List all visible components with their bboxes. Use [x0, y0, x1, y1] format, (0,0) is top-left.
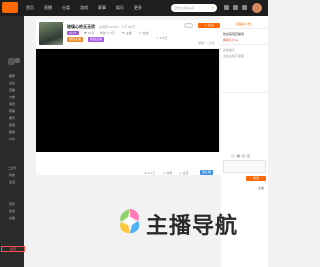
chat-message[interactable]: 弹幕礼仪 ▸: [223, 38, 237, 42]
tag-star-host[interactable]: 星级主播: [88, 37, 105, 42]
chat-footer-label: 主播: [258, 186, 265, 190]
nav-item-entertainment[interactable]: 娱乐: [116, 5, 124, 11]
history-icon[interactable]: [233, 5, 238, 10]
sidebar-item-general[interactable]: 综合: [1, 209, 23, 213]
likes-count: ♥ 16万: [84, 31, 95, 35]
gift-button[interactable]: 送礼物: [200, 170, 213, 175]
settings-button[interactable]: ◎ 设置: [179, 171, 189, 175]
user-avatar[interactable]: [252, 3, 262, 13]
follow-button[interactable]: + 关注: [198, 23, 220, 28]
sidebar-item-live[interactable]: 直播: [1, 88, 23, 92]
video-player[interactable]: [36, 49, 219, 152]
sidebar-item-star[interactable]: 星秀: [1, 130, 23, 134]
chat-message: 系统提示: [223, 48, 236, 52]
sidebar-item-acg[interactable]: 二次元: [1, 166, 23, 170]
level-badge: LV.21: [67, 31, 79, 35]
chat-message: 关注主播不迷路: [223, 54, 245, 58]
room-title: 玻璃心的玉玉欣: [67, 24, 95, 29]
sidebar-item-category[interactable]: 分类: [1, 95, 23, 99]
chat-toolbar-icons[interactable]: ☺ ▣ ▤ ▥: [231, 153, 250, 158]
search-icon[interactable]: ⌕: [212, 5, 214, 11]
left-sidebar: 推荐 关注 直播 分类 游戏 赛事 娱乐 颜值 星秀 户外 二次元 科技 生活 …: [0, 16, 25, 267]
sidebar-item-life[interactable]: 生活: [1, 180, 23, 184]
message-icon[interactable]: [224, 5, 229, 10]
chat-header: 直播间公告: [221, 16, 268, 29]
room-info-card: 玻璃心的玉玉欣 房间号 12345 · 人气 98万 LV.21 ♥ 16万 粉…: [36, 20, 222, 48]
chat-divider: [221, 92, 268, 93]
watermark: 主播导航: [112, 206, 237, 240]
watermark-text: 主播导航: [146, 214, 239, 239]
chat-input[interactable]: [223, 160, 266, 173]
site-logo[interactable]: [2, 2, 18, 13]
sidebar-item-recruit[interactable]: 招募: [1, 246, 25, 252]
nav-item-events[interactable]: 赛事: [98, 5, 106, 11]
watermark-logo-icon: [120, 209, 140, 234]
search-placeholder: 搜索主播/房间: [175, 6, 195, 10]
chat-divider: [221, 44, 268, 45]
fans-count: 粉丝 2.3万: [100, 31, 115, 35]
streamer-avatar[interactable]: [39, 22, 63, 45]
sidebar-item-tech[interactable]: 科技: [1, 173, 23, 177]
sidebar-item-entertainment[interactable]: 娱乐: [1, 116, 23, 120]
sidebar-item-outdoor[interactable]: 户外: [1, 137, 23, 141]
tag-game-host[interactable]: 游戏主播: [67, 37, 84, 42]
sidebar-item-music[interactable]: 音乐: [1, 202, 23, 206]
sidebar-item-streamer[interactable]: 主播: [1, 216, 23, 220]
nav-item-more[interactable]: 更多: [134, 5, 142, 11]
nav-item-live[interactable]: 直播: [44, 5, 52, 11]
star-count: ☆ 5.6万: [156, 36, 168, 40]
sidebar-item-follow[interactable]: 关注: [1, 81, 23, 85]
announcement-label[interactable]: 直播间公告: [236, 22, 251, 26]
sidebar-item-recommend[interactable]: 推荐: [1, 74, 23, 78]
send-button[interactable]: 发送: [246, 176, 266, 181]
online-status: ⊙ 在线: [139, 31, 149, 35]
player-bottom-bar: ⊕ 4.1万 ≡ 弹幕 ◎ 设置 送礼物: [36, 152, 222, 175]
download-icon[interactable]: [242, 5, 247, 10]
viewer-stat: ⊕ 4.1万: [144, 171, 156, 175]
notify-toggle[interactable]: [184, 23, 193, 28]
report-share-links[interactable]: 举报 ⚐ 分享: [198, 41, 215, 45]
nav-item-home[interactable]: 首页: [26, 5, 34, 11]
host-label: ⚑ 主播: [122, 31, 132, 35]
sidebar-item-beauty[interactable]: 颜值: [1, 123, 23, 127]
room-subtitle: 房间号 12345 · 人气 98万: [99, 25, 136, 29]
sidebar-item-events[interactable]: 赛事: [1, 109, 23, 113]
sidebar-shield-icon[interactable]: [8, 58, 15, 65]
nav-item-game[interactable]: 游戏: [80, 5, 88, 11]
top-navigation-bar: 首页 直播 分类 游戏 赛事 娱乐 更多 搜索主播/房间 ⌕: [0, 0, 268, 16]
sidebar-item-game[interactable]: 游戏: [1, 102, 23, 106]
chat-message: 欢迎来到直播间: [223, 32, 245, 36]
sidebar-settings-icon[interactable]: [15, 58, 20, 63]
danmaku-toggle[interactable]: ≡ 弹幕: [163, 171, 172, 175]
nav-item-category[interactable]: 分类: [62, 5, 70, 11]
search-input[interactable]: 搜索主播/房间 ⌕: [171, 4, 217, 12]
